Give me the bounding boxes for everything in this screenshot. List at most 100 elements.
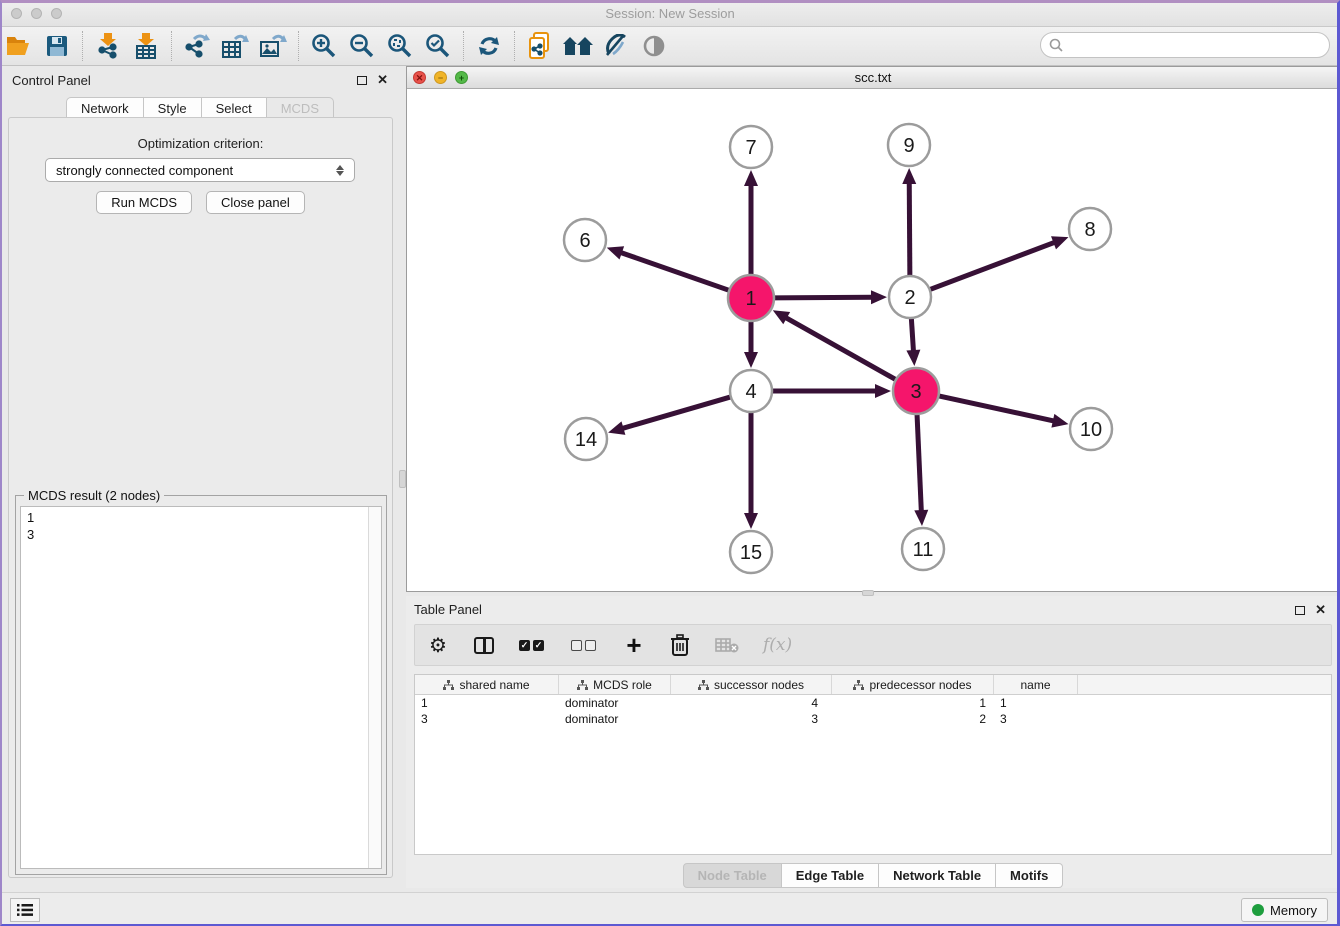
delete-column-icon[interactable] xyxy=(669,632,691,658)
column-header-name[interactable]: name xyxy=(994,675,1078,694)
graph-edge-4-14[interactable] xyxy=(608,396,733,435)
control-panel: Control Panel ✕ Network Style Select MCD… xyxy=(0,66,400,892)
graph-node-11[interactable]: 11 xyxy=(902,528,944,570)
graph-node-15[interactable]: 15 xyxy=(730,531,772,573)
mcds-result-group: MCDS result (2 nodes) 1 3 xyxy=(15,495,387,875)
task-history-button[interactable] xyxy=(10,898,40,922)
search-box[interactable] xyxy=(1040,32,1330,58)
column-header-mcds-role[interactable]: MCDS role xyxy=(559,675,671,694)
svg-text:4: 4 xyxy=(745,381,756,403)
import-table-icon[interactable] xyxy=(129,30,163,62)
graph-node-8[interactable]: 8 xyxy=(1069,208,1111,250)
main-toolbar xyxy=(0,27,1340,66)
save-session-icon[interactable] xyxy=(40,30,74,62)
graph-node-3[interactable]: 3 xyxy=(893,368,939,414)
close-panel-button[interactable]: Close panel xyxy=(206,191,305,214)
network-window-titlebar[interactable]: ✕ − + scc.txt xyxy=(407,67,1339,89)
graph-edge-1-2[interactable] xyxy=(772,290,887,304)
duplicate-network-icon[interactable] xyxy=(523,30,557,62)
toolbar-separator xyxy=(171,31,172,61)
column-header-successor-nodes[interactable]: successor nodes xyxy=(671,675,832,694)
column-header-shared-name[interactable]: shared name xyxy=(415,675,559,694)
graph-node-7[interactable]: 7 xyxy=(730,126,772,168)
zoom-out-icon[interactable] xyxy=(345,30,379,62)
graph-node-9[interactable]: 9 xyxy=(888,124,930,166)
zoom-in-icon[interactable] xyxy=(307,30,341,62)
mcds-result-text: 1 3 xyxy=(27,509,365,543)
graph-edge-2-3[interactable] xyxy=(906,316,920,366)
network-graph: 7 9 6 8 1 2 4 3 10 14 15 11 xyxy=(407,89,1339,591)
network-title: scc.txt xyxy=(407,70,1339,85)
table-panel-tabs: Node Table Edge Table Network Table Moti… xyxy=(406,863,1340,888)
float-table-panel-icon[interactable] xyxy=(1295,606,1305,615)
network-canvas[interactable]: 7 9 6 8 1 2 4 3 10 14 15 11 xyxy=(407,89,1339,591)
titlebar: Session: New Session xyxy=(0,0,1340,27)
deselect-checkboxes-icon[interactable] xyxy=(571,632,599,658)
graph-edge-1-6[interactable] xyxy=(607,246,731,291)
zoom-fit-icon[interactable] xyxy=(383,30,417,62)
tab-network[interactable]: Network xyxy=(66,97,144,118)
graph-edge-3-1[interactable] xyxy=(773,310,898,380)
split-columns-icon[interactable] xyxy=(473,632,495,658)
tab-mcds[interactable]: MCDS xyxy=(267,97,334,118)
delete-table-icon xyxy=(715,632,739,658)
export-table-icon[interactable] xyxy=(218,30,252,62)
float-panel-icon[interactable] xyxy=(357,76,367,85)
tab-motifs[interactable]: Motifs xyxy=(996,863,1063,888)
tab-style[interactable]: Style xyxy=(144,97,202,118)
tab-edge-table[interactable]: Edge Table xyxy=(782,863,879,888)
zoom-selected-icon[interactable] xyxy=(421,30,455,62)
table-row[interactable]: 1 dominator 4 1 1 xyxy=(415,695,1331,711)
add-column-icon[interactable]: + xyxy=(623,632,645,658)
run-mcds-button[interactable]: Run MCDS xyxy=(96,191,192,214)
svg-text:2: 2 xyxy=(904,287,915,309)
show-graphics-eye-icon[interactable] xyxy=(637,30,671,62)
graph-edge-2-8[interactable] xyxy=(928,236,1069,290)
import-network-icon[interactable] xyxy=(91,30,125,62)
memory-button[interactable]: Memory xyxy=(1241,898,1328,922)
dropdown-chevron-icon xyxy=(336,165,344,176)
graph-node-10[interactable]: 10 xyxy=(1070,408,1112,450)
export-image-icon[interactable] xyxy=(256,30,290,62)
graph-edge-4-15[interactable] xyxy=(744,410,758,529)
home-icon[interactable] xyxy=(561,30,595,62)
graph-edge-2-9[interactable] xyxy=(902,168,916,278)
vertical-splitter-handle[interactable] xyxy=(399,470,406,488)
dropdown-selected-value: strongly connected component xyxy=(56,163,233,178)
tab-node-table[interactable]: Node Table xyxy=(683,863,782,888)
visual-style-icon[interactable] xyxy=(599,30,633,62)
graph-edge-3-10[interactable] xyxy=(937,395,1069,427)
graph-node-4[interactable]: 4 xyxy=(730,370,772,412)
search-input[interactable] xyxy=(1068,38,1329,53)
tab-select[interactable]: Select xyxy=(202,97,267,118)
graph-node-6[interactable]: 6 xyxy=(564,219,606,261)
table-row[interactable]: 3 dominator 3 2 3 xyxy=(415,711,1331,727)
refresh-icon[interactable] xyxy=(472,30,506,62)
mcds-result-box[interactable]: 1 3 xyxy=(20,506,382,869)
network-column-icon xyxy=(577,680,588,690)
optimization-criterion-select[interactable]: strongly connected component xyxy=(45,158,355,182)
graph-node-1[interactable]: 1 xyxy=(728,275,774,321)
graph-edge-4-3[interactable] xyxy=(770,384,891,398)
graph-edge-1-4[interactable] xyxy=(744,319,758,368)
graph-edge-1-7[interactable] xyxy=(744,170,758,277)
graph-node-2[interactable]: 2 xyxy=(889,276,931,318)
network-view-window: ✕ − + scc.txt 7 9 6 8 1 2 4 3 10 14 15 11 xyxy=(406,66,1340,592)
open-session-icon[interactable] xyxy=(2,30,36,62)
control-panel-title: Control Panel xyxy=(12,73,91,88)
network-column-icon xyxy=(853,680,864,690)
tab-network-table[interactable]: Network Table xyxy=(879,863,996,888)
toolbar-separator xyxy=(514,31,515,61)
svg-text:10: 10 xyxy=(1080,419,1102,441)
column-header-predecessor-nodes[interactable]: predecessor nodes xyxy=(832,675,994,694)
result-scrollbar[interactable] xyxy=(368,507,381,868)
close-panel-icon[interactable]: ✕ xyxy=(377,72,388,88)
settings-gear-icon[interactable]: ⚙ xyxy=(427,632,449,658)
graph-edge-3-11[interactable] xyxy=(914,412,928,526)
select-all-checkboxes-icon[interactable]: ✓✓ xyxy=(519,632,547,658)
svg-text:3: 3 xyxy=(910,381,921,403)
close-table-panel-icon[interactable]: ✕ xyxy=(1315,602,1326,618)
graph-node-14[interactable]: 14 xyxy=(565,418,607,460)
export-network-icon[interactable] xyxy=(180,30,214,62)
svg-text:9: 9 xyxy=(903,135,914,157)
